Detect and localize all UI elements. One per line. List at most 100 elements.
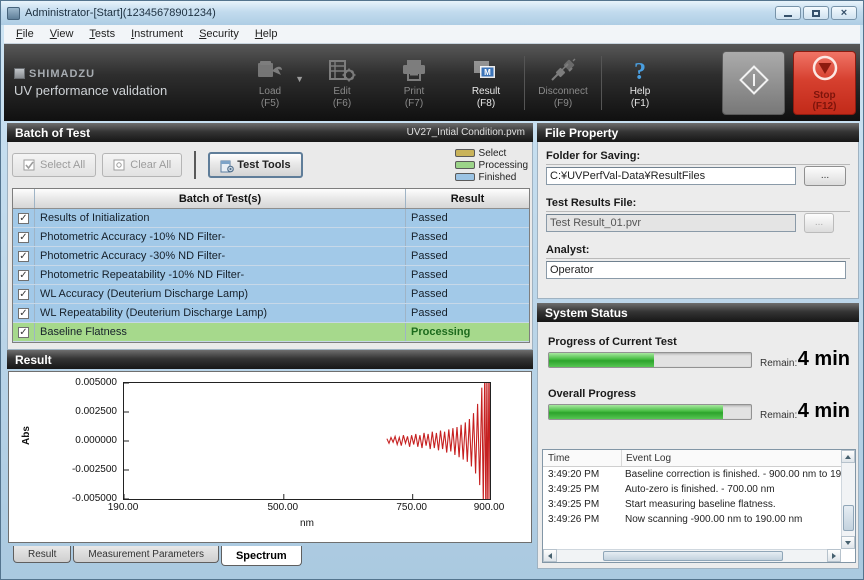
print-icon <box>399 56 429 86</box>
legend-label: Select <box>479 148 507 159</box>
minimize-button[interactable] <box>775 6 801 20</box>
scroll-down-button[interactable] <box>841 536 855 549</box>
batch-row[interactable]: ✓Results of InitializationPassed <box>13 209 529 228</box>
legend-select: Select <box>455 148 528 159</box>
overall-progress-bar <box>548 404 752 420</box>
menu-item-tests[interactable]: Tests <box>81 26 123 42</box>
batch-panel-header: Batch of Test UV27_Intial Condition.pvm <box>7 123 533 142</box>
help-icon: ? <box>625 56 655 86</box>
menu-item-file[interactable]: File <box>8 26 42 42</box>
right-column: File Property Folder for Saving: ... Tes… <box>537 123 859 569</box>
menu-bar: FileViewTestsInstrumentSecurityHelp <box>4 25 860 44</box>
result-tabs: ResultMeasurement ParametersSpectrum <box>13 546 304 566</box>
batch-checkbox[interactable]: ✓ <box>18 213 29 224</box>
y-axis-label: Abs <box>21 426 32 445</box>
batch-checkbox[interactable]: ✓ <box>18 270 29 281</box>
toolbar-button-help[interactable]: ?Help(F1) <box>604 48 676 118</box>
hscroll-thumb[interactable] <box>603 551 783 561</box>
clear-all-button[interactable]: Clear All <box>102 153 182 177</box>
current-progress-label: Progress of Current Test <box>548 336 677 348</box>
file-property-header: File Property <box>537 123 859 142</box>
scroll-up-button[interactable] <box>841 450 855 463</box>
toolbar-button-print[interactable]: Print(F7) <box>378 48 450 118</box>
plot-area <box>123 382 491 500</box>
toolbar-button-load[interactable]: ▼Load(F5) <box>234 48 306 118</box>
batch-row[interactable]: ✓Photometric Accuracy -30% ND Filter-Pas… <box>13 247 529 266</box>
toolbar-button-edit[interactable]: Edit(F6) <box>306 48 378 118</box>
test-tools-icon <box>220 159 233 172</box>
menu-item-view[interactable]: View <box>42 26 82 42</box>
header-result-column: Result <box>406 189 529 208</box>
batch-row[interactable]: ✓ WL Accuracy (Deuterium Discharge Lamp)P… <box>13 285 529 304</box>
maximize-button[interactable] <box>803 6 829 20</box>
event-time: 3:49:25 PM <box>543 499 621 510</box>
batch-checkbox[interactable]: ✓ <box>18 251 29 262</box>
batch-test-result: Passed <box>406 247 529 265</box>
x-tick-label: 500.00 <box>253 502 313 513</box>
event-time: 3:49:26 PM <box>543 514 621 525</box>
tab-result[interactable]: Result <box>13 546 71 563</box>
x-tick-label: 750.00 <box>382 502 442 513</box>
event-log-vscrollbar[interactable] <box>841 450 855 549</box>
legend-swatch <box>455 149 475 157</box>
tab-spectrum[interactable]: Spectrum <box>221 546 302 566</box>
event-log-hscrollbar[interactable] <box>543 549 841 562</box>
content-area: Batch of Test UV27_Intial Condition.pvm … <box>1 121 863 579</box>
tab-measurement-parameters[interactable]: Measurement Parameters <box>73 546 219 563</box>
x-tick-label: 190.00 <box>93 502 153 513</box>
batch-test-result: Passed <box>406 285 529 303</box>
batch-panel-body: Select All Clear All Test Tools <box>7 142 533 350</box>
results-file-browse-button[interactable]: ... <box>804 213 834 233</box>
dropdown-arrow-icon[interactable]: ▼ <box>295 74 304 84</box>
current-remain-value: 4 min <box>770 348 850 371</box>
vscroll-thumb[interactable] <box>843 505 854 531</box>
event-time: 3:49:20 PM <box>543 469 621 480</box>
y-tick-label: 0.002500 <box>51 406 117 417</box>
menu-item-help[interactable]: Help <box>247 26 286 42</box>
toolbar-button-label: Result(F8) <box>472 86 500 110</box>
test-tools-button[interactable]: Test Tools <box>208 152 302 178</box>
system-status-header: System Status <box>537 303 859 322</box>
event-text: Auto-zero is finished. - 700.00 nm <box>621 484 855 495</box>
select-all-button[interactable]: Select All <box>12 153 96 177</box>
menu-item-security[interactable]: Security <box>191 26 247 42</box>
batch-checkbox[interactable]: ✓ <box>18 232 29 243</box>
batch-row[interactable]: ✓ Photometric Repeatability -10% ND Filte… <box>13 266 529 285</box>
file-property-title: File Property <box>545 126 618 140</box>
disconnect-icon <box>548 56 578 86</box>
close-button[interactable]: × <box>831 6 857 20</box>
brand-block: SHIMADZU UV performance validation <box>4 68 234 98</box>
batch-row[interactable]: ✓Baseline FlatnessProcessing <box>13 323 529 342</box>
analyst-input[interactable] <box>546 261 846 279</box>
folder-input[interactable] <box>546 167 796 185</box>
batch-checkbox[interactable]: ✓ <box>18 289 29 300</box>
results-file-input[interactable] <box>546 214 796 232</box>
menu-item-instrument[interactable]: Instrument <box>123 26 191 42</box>
current-progress-bar <box>548 352 752 368</box>
batch-test-name: Photometric Repeatability -10% ND Filter… <box>35 266 406 284</box>
y-tick-label: -0.002500 <box>51 464 117 475</box>
y-tick-label: 0.005000 <box>51 377 117 388</box>
batch-checkbox[interactable]: ✓ <box>18 327 29 338</box>
start-button[interactable] <box>722 51 785 115</box>
edit-icon <box>327 56 357 86</box>
toolbar-button-disconnect[interactable]: Disconnect(F9) <box>527 48 599 118</box>
header-checkbox-column <box>13 189 35 208</box>
batch-test-result: Passed <box>406 304 529 322</box>
batch-checkbox[interactable]: ✓ <box>18 308 29 319</box>
stop-icon <box>810 53 840 88</box>
toolbar-button-result[interactable]: MResult(F8) <box>450 48 522 118</box>
batch-panel-title: Batch of Test <box>15 126 90 140</box>
folder-browse-button[interactable]: ... <box>804 166 846 186</box>
maximize-icon <box>812 10 820 17</box>
batch-row[interactable]: ✓Photometric Accuracy -10% ND Filter-Pas… <box>13 228 529 247</box>
status-legend: SelectProcessingFinished <box>455 148 528 183</box>
close-icon: × <box>841 8 847 18</box>
batch-row[interactable]: ✓WL Repeatability (Deuterium Discharge L… <box>13 304 529 323</box>
app-window: Administrator-[Start](12345678901234) × … <box>0 0 864 580</box>
scroll-right-button[interactable] <box>827 549 841 562</box>
stop-button[interactable]: Stop(F12) <box>793 51 856 115</box>
scroll-left-button[interactable] <box>543 549 557 562</box>
batch-test-name: WL Accuracy (Deuterium Discharge Lamp) <box>35 285 406 303</box>
overall-remain-value: 4 min <box>770 400 850 423</box>
